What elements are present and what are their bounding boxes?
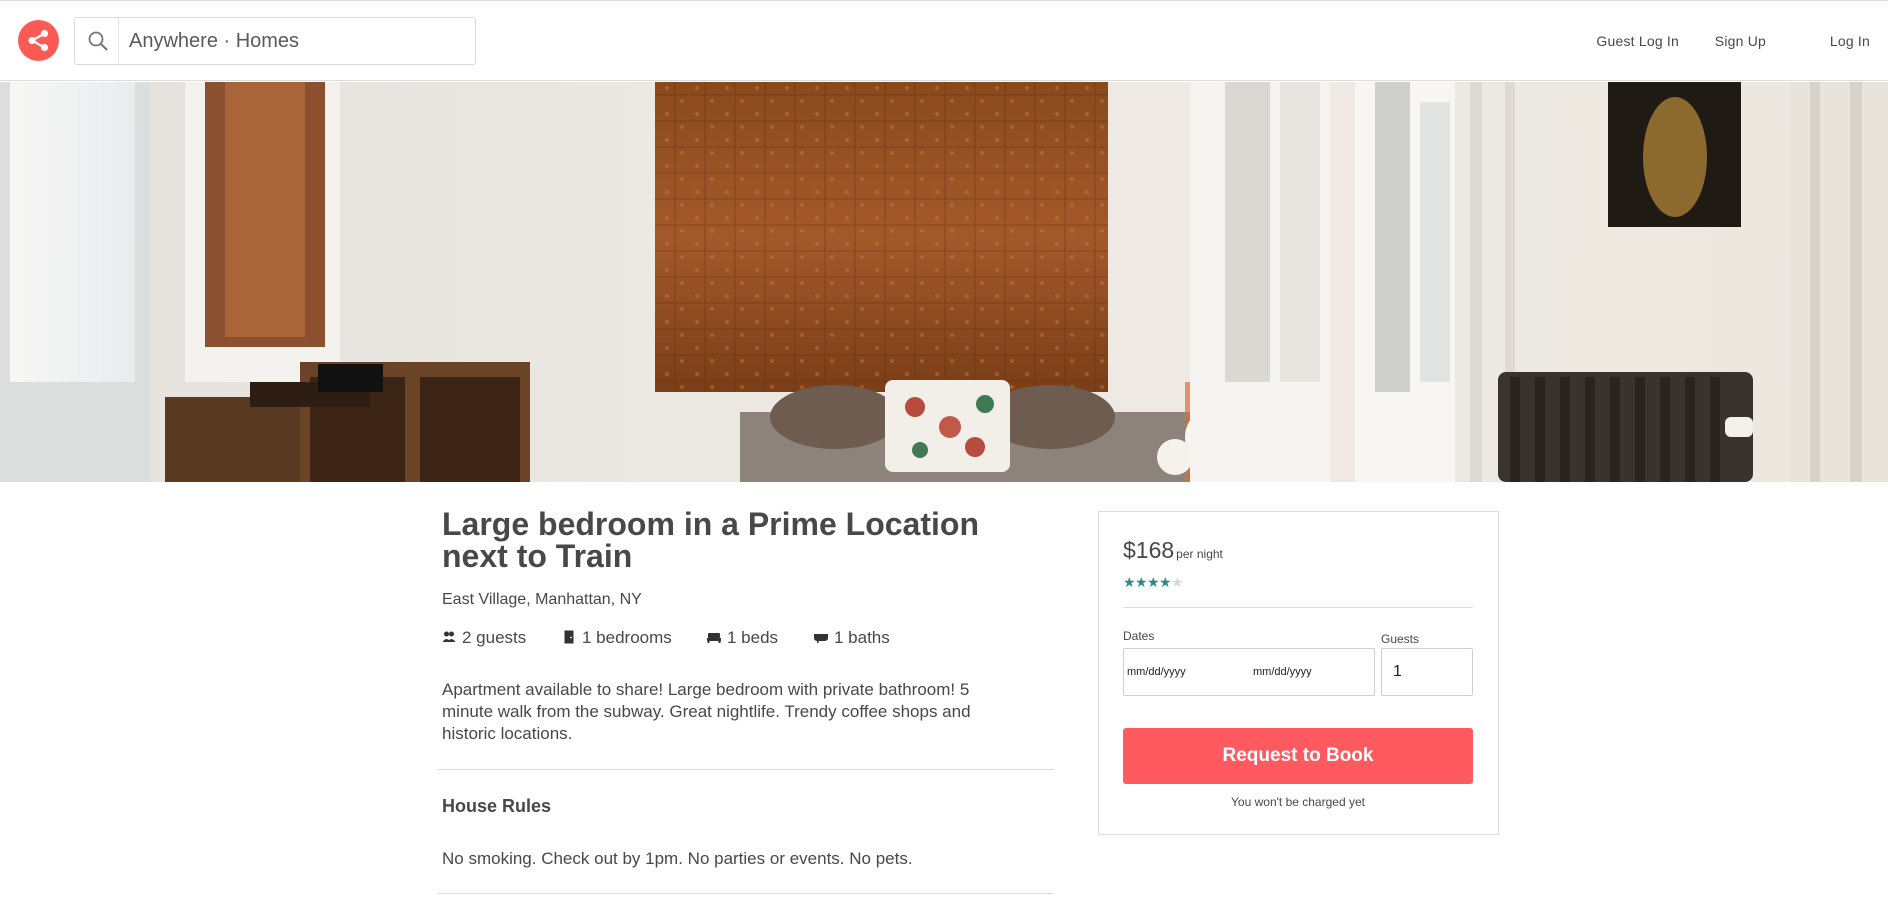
dates-label: Dates <box>1123 629 1155 643</box>
guest-log-in-link[interactable]: Guest Log In <box>1596 33 1679 49</box>
request-to-book-button[interactable]: Request to Book <box>1123 728 1473 784</box>
section-divider <box>438 893 1054 894</box>
search-divider <box>118 18 119 64</box>
guests-input[interactable] <box>1393 661 1463 683</box>
star-icon: ★ <box>1135 574 1148 590</box>
card-divider <box>1123 607 1473 608</box>
star-icon: ★ <box>1147 574 1160 590</box>
log-in-link[interactable]: Log In <box>1830 33 1870 49</box>
star-icon: ★ <box>1171 574 1184 590</box>
booking-card: $168per night ★ ★ ★ ★ ★ Dates Guests Req… <box>1098 511 1499 835</box>
house-rules-text: No smoking. Check out by 1pm. No parties… <box>442 849 913 868</box>
search-icon <box>88 31 108 51</box>
bed-icon <box>707 633 721 643</box>
listing-location: East Village, Manhattan, NY <box>442 591 642 608</box>
door-icon <box>564 630 574 644</box>
price-amount: $168 <box>1123 537 1175 563</box>
guests-icon <box>442 631 456 642</box>
amenity-beds-label: 1 beds <box>727 628 779 647</box>
amenity-guests-label: 2 guests <box>462 628 527 647</box>
star-icon: ★ <box>1159 574 1172 590</box>
search-bar[interactable] <box>74 17 476 65</box>
amenity-bedrooms-label: 1 bedrooms <box>582 628 672 647</box>
search-input[interactable] <box>129 26 459 56</box>
checkin-date-input[interactable] <box>1127 663 1237 681</box>
share-icon <box>28 29 49 52</box>
sign-up-link[interactable]: Sign Up <box>1715 33 1766 49</box>
amenity-baths-label: 1 baths <box>834 628 890 647</box>
section-divider <box>438 769 1054 770</box>
charge-note: You won't be charged yet <box>1231 795 1365 809</box>
listing-description: Apartment available to share! Large bedr… <box>442 680 971 743</box>
price: $168 per night <box>1123 537 1223 564</box>
price-per-night: per night <box>1176 547 1223 561</box>
house-rules-heading: House Rules <box>442 796 552 816</box>
checkout-date-input[interactable] <box>1253 663 1363 681</box>
bedroom-photo <box>0 82 1888 482</box>
top-header: Guest Log In Sign Up Log In <box>0 0 1888 81</box>
logo-share-icon[interactable] <box>18 20 59 61</box>
star-icon: ★ <box>1123 574 1136 590</box>
hero-photo <box>0 82 1888 482</box>
guests-label: Guests <box>1381 632 1420 646</box>
guests-field <box>1381 648 1473 696</box>
bath-icon <box>814 634 828 643</box>
listing-title: Large bedroom in a Prime Location next t… <box>442 506 979 574</box>
dates-field <box>1123 648 1375 696</box>
